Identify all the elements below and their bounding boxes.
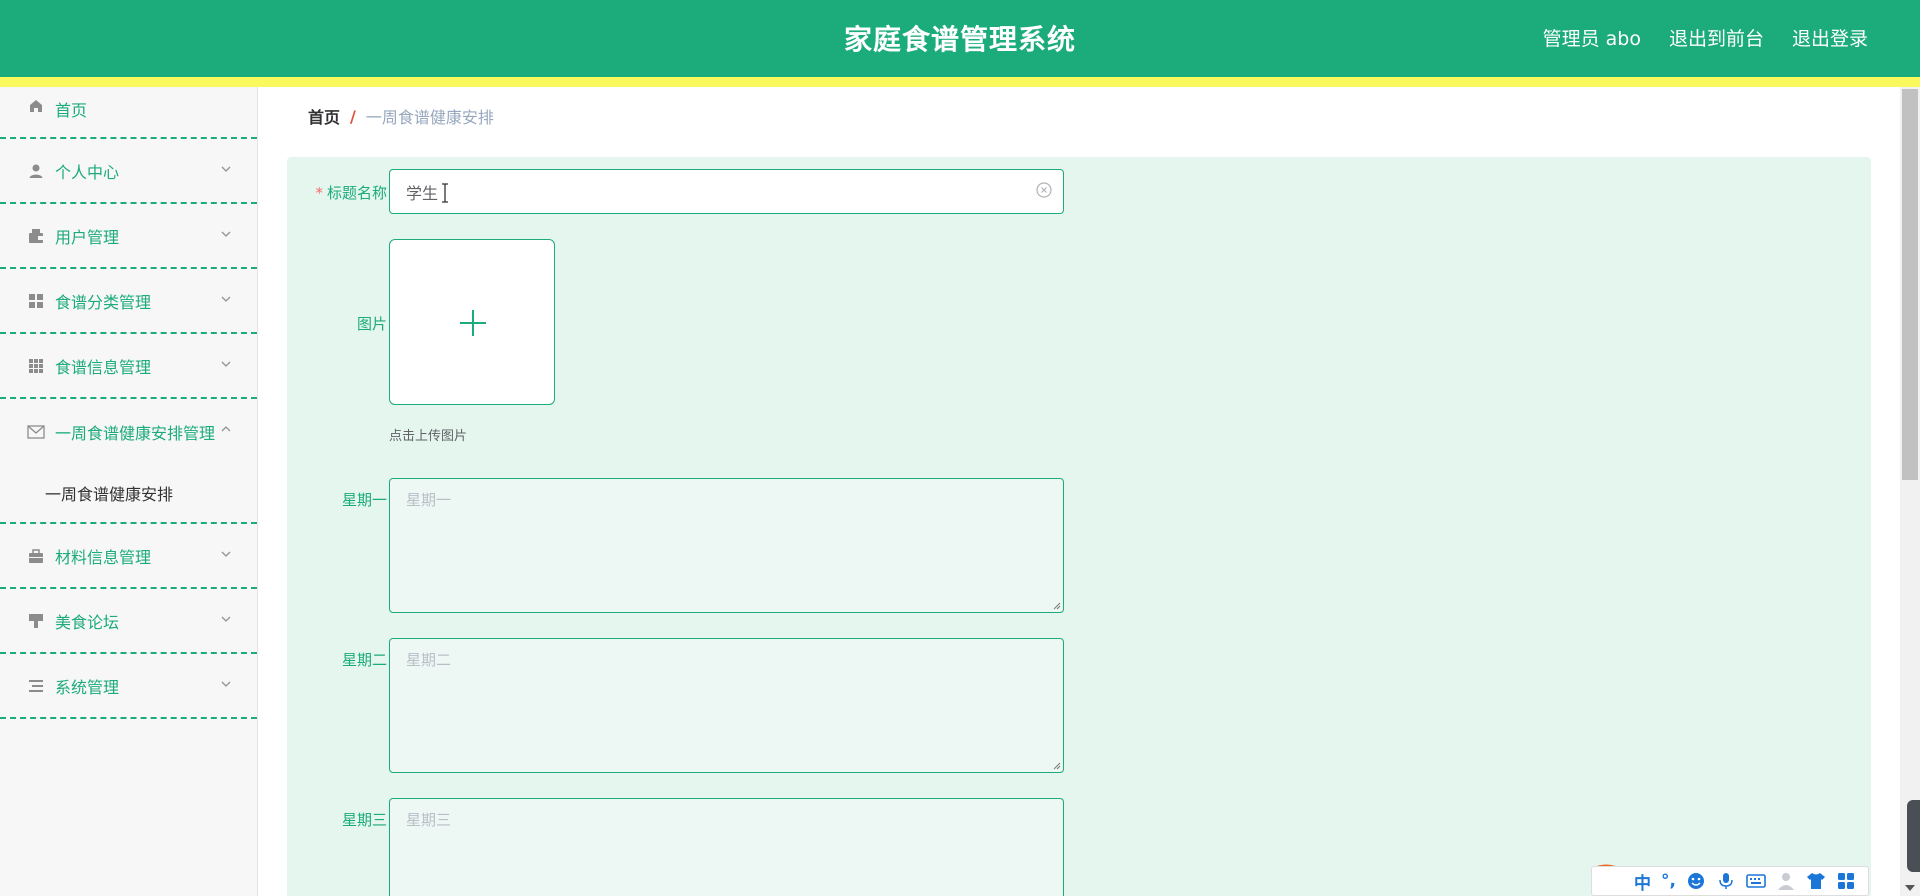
monday-textarea[interactable]: 星期一 xyxy=(389,478,1064,613)
chevron-down-icon xyxy=(221,361,231,367)
sidebar-item-label: 美食论坛 xyxy=(55,612,120,632)
image-upload-button[interactable] xyxy=(389,239,555,405)
sidebar-item-label: 用户管理 xyxy=(55,227,120,247)
sidebar-item-personal-center[interactable]: 个人中心 xyxy=(0,139,257,204)
admin-user-label[interactable]: 管理员 abo xyxy=(1543,24,1641,51)
user-avatar-icon[interactable] xyxy=(1776,871,1796,891)
scrollbar-thumb[interactable] xyxy=(1902,89,1918,480)
ime-chinese-mode[interactable]: 中 xyxy=(1634,869,1651,894)
sidebar-subitem-label: 一周食谱健康安排 xyxy=(45,485,174,504)
title-input-value: 学生 xyxy=(406,183,439,203)
edit-form: * 标题名称 学生 图片 点击上传图片 星期一 星期一 星期二 星期二 星期三 星… xyxy=(287,157,1871,896)
plus-icon xyxy=(460,310,486,336)
sidebar-item-label: 个人中心 xyxy=(55,162,120,182)
wednesday-textarea[interactable]: 星期三 xyxy=(389,798,1064,896)
grid-dots-icon xyxy=(27,357,45,375)
chevron-down-icon xyxy=(221,681,231,687)
clear-icon[interactable] xyxy=(1035,181,1053,199)
sidebar-item-label: 系统管理 xyxy=(55,677,120,697)
sidebar-item-food-forum[interactable]: 美食论坛 xyxy=(0,589,257,654)
tuesday-textarea[interactable]: 星期二 xyxy=(389,638,1064,773)
sidebar-item-weekly-plan[interactable]: 一周食谱健康安排管理 xyxy=(0,399,257,464)
skin-shirt-icon[interactable] xyxy=(1806,871,1826,891)
list-icon xyxy=(27,677,45,695)
text-cursor-icon xyxy=(442,183,448,203)
sidebar-item-label: 一周食谱健康安排管理 xyxy=(55,423,216,443)
emoji-icon[interactable] xyxy=(1686,871,1706,891)
briefcase-icon xyxy=(27,547,45,565)
ime-punctuation-mode[interactable]: °, xyxy=(1661,871,1676,891)
logout-link[interactable]: 退出登录 xyxy=(1792,24,1868,51)
ime-toolbar: 中 °, xyxy=(1591,866,1869,896)
chevron-down-icon xyxy=(221,296,231,302)
wallet-icon xyxy=(27,227,45,245)
header-stripe xyxy=(0,77,1920,87)
tuesday-placeholder: 星期二 xyxy=(406,651,452,669)
tuesday-label: 星期二 xyxy=(341,651,387,669)
home-icon xyxy=(27,97,45,115)
breadcrumb: 首页 / 一周食谱健康安排 xyxy=(287,89,1871,143)
sidebar-item-recipe-info[interactable]: 食谱信息管理 xyxy=(0,334,257,399)
scroll-down-arrow-icon[interactable] xyxy=(1904,883,1916,893)
chevron-down-icon xyxy=(221,166,231,172)
top-header: 家庭食谱管理系统 管理员 abo 退出到前台 退出登录 xyxy=(0,0,1920,77)
user-icon xyxy=(27,162,45,180)
sidebar-item-label: 首页 xyxy=(55,101,88,120)
grid-icon xyxy=(27,292,45,310)
sidebar-item-recipe-category[interactable]: 食谱分类管理 xyxy=(0,269,257,334)
upload-hint: 点击上传图片 xyxy=(389,429,468,444)
microphone-icon[interactable] xyxy=(1716,871,1736,891)
brush-icon xyxy=(27,612,45,630)
page-scrollbar[interactable] xyxy=(1900,87,1920,896)
image-label: 图片 xyxy=(356,315,387,333)
breadcrumb-current: 一周食谱健康安排 xyxy=(365,108,494,127)
monday-label: 星期一 xyxy=(341,491,387,509)
breadcrumb-home[interactable]: 首页 xyxy=(308,104,340,128)
wednesday-label: 星期三 xyxy=(341,811,387,829)
breadcrumb-separator: / xyxy=(350,106,356,126)
toolbox-grid-icon[interactable] xyxy=(1836,871,1856,891)
chevron-up-icon xyxy=(221,426,231,432)
sidebar-item-label: 材料信息管理 xyxy=(55,547,152,567)
side-widget-tab[interactable] xyxy=(1907,800,1920,872)
keyboard-icon[interactable] xyxy=(1746,871,1766,891)
sidebar-item-system[interactable]: 系统管理 xyxy=(0,654,257,719)
mail-icon xyxy=(27,423,45,441)
sidebar-item-home[interactable]: 首页 xyxy=(0,87,257,139)
sidebar-subitem-weekly-plan[interactable]: 一周食谱健康安排 xyxy=(0,464,257,524)
sidebar-item-label: 食谱分类管理 xyxy=(55,292,152,312)
sidebar-item-materials[interactable]: 材料信息管理 xyxy=(0,524,257,589)
header-links: 管理员 abo 退出到前台 退出登录 xyxy=(1543,24,1868,51)
resize-grip-icon[interactable] xyxy=(1051,600,1061,610)
sidebar-item-user-management[interactable]: 用户管理 xyxy=(0,204,257,269)
title-label: * 标题名称 xyxy=(315,184,387,202)
chevron-down-icon xyxy=(221,616,231,622)
title-input[interactable]: 学生 xyxy=(389,169,1064,214)
chevron-down-icon xyxy=(221,231,231,237)
sidebar: 首页 个人中心 用户管理 食谱分类管理 食谱信息管理 一周食谱健康安排管理 一周… xyxy=(0,87,258,896)
wednesday-placeholder: 星期三 xyxy=(406,811,452,829)
chevron-down-icon xyxy=(221,551,231,557)
resize-grip-icon[interactable] xyxy=(1051,760,1061,770)
monday-placeholder: 星期一 xyxy=(406,491,452,509)
exit-to-front-link[interactable]: 退出到前台 xyxy=(1669,24,1764,51)
sidebar-item-label: 食谱信息管理 xyxy=(55,357,152,377)
